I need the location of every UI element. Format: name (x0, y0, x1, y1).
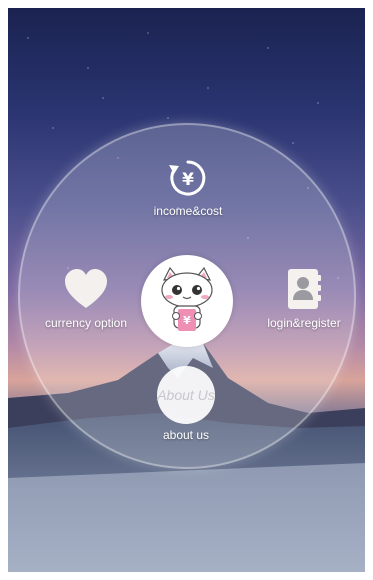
about-us-button[interactable]: About Us about us (126, 366, 246, 442)
currency-option-label: currency option (44, 316, 128, 330)
center-mascot-button[interactable]: ¥ (141, 255, 233, 347)
yen-refresh-icon: ¥ (169, 160, 206, 196)
contact-book-icon (288, 269, 321, 309)
income-cost-button[interactable]: ¥ income&cost (128, 156, 248, 218)
cat-mascot-icon: ¥ (161, 266, 213, 331)
app-screen: ¥ income&cost currency option login&regi… (8, 8, 365, 572)
about-us-icon-text: About Us (157, 386, 215, 403)
currency-option-button[interactable]: currency option (26, 266, 146, 330)
login-register-button[interactable]: login&register (244, 266, 364, 330)
login-register-label: login&register (267, 316, 341, 330)
heart-icon (65, 269, 107, 308)
about-us-icon: About Us (157, 366, 215, 424)
income-cost-label: income&cost (153, 204, 223, 218)
svg-text:¥: ¥ (182, 170, 194, 190)
about-us-label: about us (162, 428, 210, 442)
svg-text:¥: ¥ (183, 314, 191, 327)
